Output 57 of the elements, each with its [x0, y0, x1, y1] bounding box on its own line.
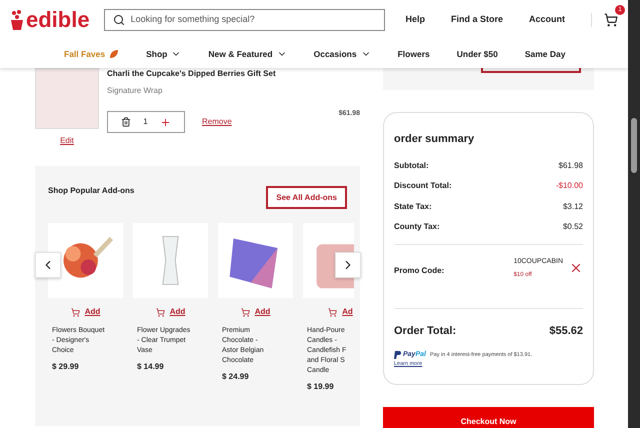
- trash-icon[interactable]: [121, 117, 132, 127]
- search-input[interactable]: Looking for something special?: [130, 13, 376, 27]
- plus-icon[interactable]: [160, 116, 171, 128]
- product-price: $ 14.99: [136, 361, 165, 373]
- cart-icon[interactable]: [604, 13, 618, 27]
- edit-link[interactable]: Edit: [60, 135, 74, 147]
- flower-basket-icon: [10, 9, 24, 31]
- cart-icon: [240, 308, 250, 316]
- product-price: $ 29.99: [51, 361, 80, 373]
- outlined-button[interactable]: [481, 68, 581, 73]
- header-link[interactable]: Help: [405, 13, 425, 27]
- cart-icon: [328, 308, 338, 316]
- summary-value: $0.52: [562, 221, 583, 233]
- summary-label: State Tax:: [394, 200, 432, 212]
- nav-link[interactable]: Under $50: [456, 48, 498, 60]
- add-link[interactable]: Add: [218, 306, 293, 318]
- header-link[interactable]: Find a Store: [450, 13, 503, 27]
- search-field[interactable]: Looking for something special?: [104, 9, 386, 31]
- product-option: Signature Wrap: [107, 85, 360, 97]
- nav-link[interactable]: Same Day: [524, 48, 566, 60]
- previous-button[interactable]: [35, 252, 61, 278]
- summary-label: Discount Total:: [394, 180, 452, 192]
- paypal-p-icon: [394, 350, 401, 359]
- checkout-button[interactable]: Checkout Now: [383, 407, 594, 428]
- header-link[interactable]: Account: [529, 13, 565, 27]
- cart-icon: [70, 308, 80, 316]
- addons-title: Shop Popular Add-ons: [48, 184, 134, 196]
- add-link[interactable]: Ad: [303, 306, 354, 318]
- product-name: Charli the Cupcake's Dipped Berries Gift Set: [107, 68, 277, 80]
- scrollbar[interactable]: [628, 0, 640, 428]
- quantity-stepper[interactable]: 1: [107, 111, 185, 133]
- summary-label: Subtotal:: [394, 160, 429, 172]
- nav-link[interactable]: Shop: [146, 48, 182, 60]
- add-link[interactable]: Add: [48, 306, 123, 318]
- nav-link[interactable]: Occasions: [314, 48, 371, 60]
- remove-link[interactable]: Remove: [202, 116, 232, 128]
- nav-link[interactable]: New & Featured: [208, 48, 287, 60]
- summary-label: County Tax:: [394, 221, 440, 233]
- summary-title: order summary: [394, 132, 476, 147]
- cart-icon: [156, 308, 165, 316]
- leaf-icon: [109, 49, 120, 59]
- search-icon: [112, 14, 125, 26]
- next-button[interactable]: [335, 252, 361, 278]
- order-total-label: Order Total:: [394, 324, 456, 339]
- add-link[interactable]: Add: [133, 306, 208, 318]
- product-price: $ 24.99: [221, 371, 250, 383]
- nav-link[interactable]: Flowers: [398, 48, 430, 60]
- see-all-button[interactable]: See All Add-ons: [266, 186, 347, 209]
- order-total-value: $55.62: [549, 324, 583, 339]
- summary-value: $61.98: [558, 160, 583, 172]
- product-photo-placeholder: [35, 68, 99, 129]
- promo-label: Promo Code:: [394, 264, 444, 276]
- quantity-value: 1: [143, 116, 148, 128]
- summary-value: -$10.00: [556, 180, 583, 192]
- summary-value: $3.12: [562, 200, 583, 212]
- product-price: $ 19.99: [306, 381, 335, 393]
- logo-text[interactable]: edible: [26, 9, 90, 31]
